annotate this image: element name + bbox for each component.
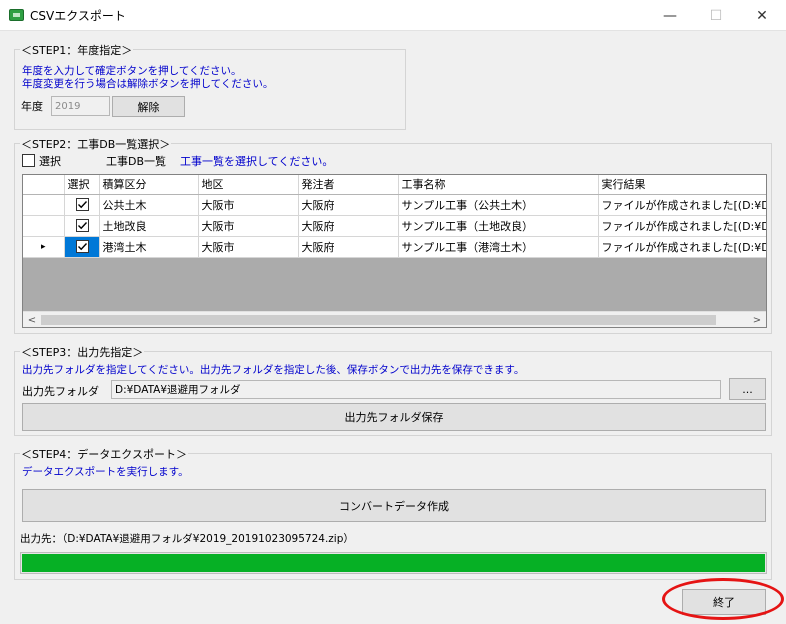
unlock-button[interactable]: 解除	[112, 96, 185, 117]
step3-note: 出力先フォルダを指定してください。出力先フォルダを指定した後、保存ボタンで出力先…	[22, 364, 525, 376]
col-header-result[interactable]: 実行結果	[598, 175, 766, 195]
row-header[interactable]	[23, 194, 65, 216]
save-folder-button[interactable]: 出力先フォルダ保存	[22, 403, 766, 431]
output-folder-input[interactable]: D:¥DATA¥退避用フォルダ	[111, 380, 721, 399]
output-folder-label: 出力先フォルダ	[22, 385, 99, 398]
row-checkbox[interactable]	[75, 219, 89, 232]
scroll-left-icon[interactable]: <	[24, 313, 40, 327]
cell-category[interactable]: 公共土木	[99, 194, 199, 216]
cell-category[interactable]: 港湾土木	[99, 236, 199, 258]
window-title: CSVエクスポート	[30, 9, 126, 23]
row-select-cell[interactable]	[64, 194, 100, 216]
col-header-name[interactable]: 工事名称	[398, 175, 599, 195]
step4-label: ＜STEP4：データエクスポート＞	[20, 446, 188, 462]
progress-fill	[22, 554, 765, 572]
row-select-cell[interactable]	[64, 215, 100, 237]
output-path-text: 出力先：（D:¥DATA¥退避用フォルダ¥2019_20191023095724…	[20, 533, 354, 545]
table-row[interactable]: ▸ 港湾土木 大阪市 大阪府 サンプル工事（港湾土木） ファイルが作成されました…	[23, 236, 766, 258]
cell-name[interactable]: サンプル工事（土地改良）	[398, 215, 599, 237]
row-checkbox[interactable]	[75, 198, 89, 211]
table-row[interactable]: 公共土木 大阪市 大阪府 サンプル工事（公共土木） ファイルが作成されました[(…	[23, 194, 766, 216]
table-row[interactable]: 土地改良 大阪市 大阪府 サンプル工事（土地改良） ファイルが作成されました[(…	[23, 215, 766, 237]
scrollbar-thumb[interactable]	[41, 315, 716, 325]
check-icon	[77, 201, 87, 209]
select-all-checkbox[interactable]	[22, 154, 35, 167]
cell-orderer[interactable]: 大阪府	[298, 215, 399, 237]
cell-orderer[interactable]: 大阪府	[298, 236, 399, 258]
app-icon	[9, 9, 24, 21]
cell-result[interactable]: ファイルが作成されました[(D:¥DATA	[598, 215, 766, 237]
db-list-note: 工事一覧を選択してください。	[180, 155, 334, 168]
close-button[interactable]: ✕	[739, 0, 785, 31]
grid-horizontal-scrollbar[interactable]: < >	[23, 311, 766, 327]
row-header[interactable]	[23, 215, 65, 237]
col-header-category[interactable]: 積算区分	[99, 175, 199, 195]
cell-district[interactable]: 大阪市	[198, 236, 299, 258]
row-select-cell[interactable]	[64, 236, 100, 258]
scroll-right-icon[interactable]: >	[749, 313, 765, 327]
current-row-marker[interactable]: ▸	[23, 236, 65, 258]
browse-button[interactable]: ...	[729, 378, 766, 400]
cell-name[interactable]: サンプル工事（港湾土木）	[398, 236, 599, 258]
row-checkbox[interactable]	[75, 240, 89, 253]
step3-label: ＜STEP3：出力先指定＞	[20, 344, 145, 360]
grid-header-row: 選択 積算区分 地区 発注者 工事名称 実行結果	[23, 175, 766, 195]
select-all-label: 選択	[39, 155, 61, 168]
db-list-label: 工事DB一覧	[106, 155, 167, 168]
step2-label: ＜STEP2：工事DB一覧選択＞	[20, 136, 172, 152]
step1-note2: 年度変更を行う場合は解除ボタンを押してください。	[22, 78, 274, 90]
col-header-select[interactable]: 選択	[64, 175, 100, 195]
col-header-orderer[interactable]: 発注者	[298, 175, 399, 195]
title-bar: CSVエクスポート — ☐ ✕	[0, 0, 786, 31]
cell-category[interactable]: 土地改良	[99, 215, 199, 237]
check-icon	[77, 243, 87, 251]
cell-orderer[interactable]: 大阪府	[298, 194, 399, 216]
cell-result[interactable]: ファイルが作成されました[(D:¥DATA	[598, 194, 766, 216]
cell-district[interactable]: 大阪市	[198, 194, 299, 216]
col-header-district[interactable]: 地区	[198, 175, 299, 195]
check-icon	[77, 222, 87, 230]
db-grid[interactable]: 選択 積算区分 地区 発注者 工事名称 実行結果 公共土木 大阪市 大阪府 サン…	[22, 174, 767, 328]
convert-data-button[interactable]: コンバートデータ作成	[22, 489, 766, 522]
row-header-corner	[23, 175, 65, 195]
highlight-oval-annotation	[662, 578, 784, 620]
year-label: 年度	[21, 100, 43, 113]
year-input[interactable]: 2019	[51, 96, 110, 116]
cell-result[interactable]: ファイルが作成されました[(D:¥DATA	[598, 236, 766, 258]
maximize-button[interactable]: ☐	[693, 0, 739, 31]
cell-district[interactable]: 大阪市	[198, 215, 299, 237]
db-table: 選択 積算区分 地区 発注者 工事名称 実行結果 公共土木 大阪市 大阪府 サン…	[23, 175, 766, 258]
minimize-button[interactable]: —	[647, 0, 693, 31]
step4-note: データエクスポートを実行します。	[22, 466, 189, 478]
step1-label: ＜STEP1：年度指定＞	[20, 42, 134, 58]
export-progress-bar	[20, 552, 767, 574]
cell-name[interactable]: サンプル工事（公共土木）	[398, 194, 599, 216]
